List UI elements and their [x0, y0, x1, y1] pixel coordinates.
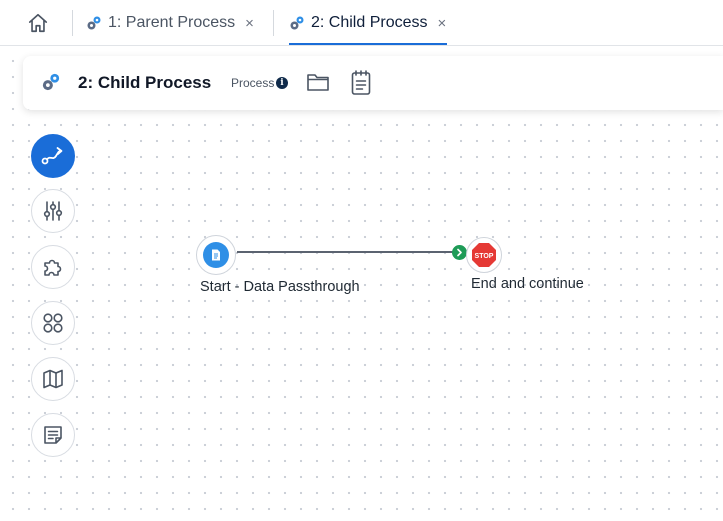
tab-label: 1: Parent Process: [108, 14, 236, 31]
home-button[interactable]: [24, 9, 52, 37]
page-title: 2: Child Process: [78, 73, 212, 92]
note-icon: [44, 426, 62, 444]
home-icon: [28, 13, 48, 33]
process-type-label: Process: [231, 76, 275, 90]
gear-pair-icon: [87, 16, 101, 30]
notes-tool-button[interactable]: [31, 413, 75, 457]
chevron-right-icon: [457, 248, 462, 257]
start-node-label: Start - Data Passthrough: [200, 279, 360, 295]
start-node[interactable]: [196, 235, 236, 275]
end-node[interactable]: STOP: [466, 237, 502, 273]
start-node-badge: [203, 242, 229, 268]
tab-bar: 1: Parent Process × 2: Child Process ×: [0, 0, 723, 46]
map-icon: [43, 369, 63, 389]
stop-sign-text: STOP: [475, 253, 494, 260]
folder-icon: [307, 74, 329, 91]
tab-parent-process[interactable]: 1: Parent Process ×: [86, 8, 254, 38]
connector-port[interactable]: [452, 245, 467, 260]
open-folder-button[interactable]: [306, 71, 332, 95]
notes-button[interactable]: [350, 69, 374, 97]
end-node-label: End and continue: [471, 276, 584, 292]
stop-sign-icon: STOP: [472, 243, 496, 267]
map-tool-button[interactable]: [31, 357, 75, 401]
process-canvas[interactable]: [0, 47, 723, 521]
close-tab-button[interactable]: ×: [438, 15, 447, 32]
gear-pair-icon: [290, 16, 304, 30]
plugins-tool-button[interactable]: [31, 245, 75, 289]
puzzle-icon: [44, 259, 62, 276]
document-icon: [212, 249, 220, 261]
flow-connection-line[interactable]: [237, 251, 456, 253]
notepad-icon: [351, 70, 371, 95]
settings-tool-button[interactable]: [31, 189, 75, 233]
flow-tool-button[interactable]: [31, 134, 75, 178]
four-circles-icon: [43, 313, 63, 333]
tab-separator: [72, 10, 73, 36]
route-icon: [41, 147, 63, 165]
gear-pair-icon: [42, 73, 60, 91]
info-icon[interactable]: i: [276, 77, 288, 89]
components-tool-button[interactable]: [31, 301, 75, 345]
active-tab-indicator: [289, 43, 447, 45]
process-header: 2: Child Process Process i: [23, 56, 723, 110]
sliders-icon: [43, 201, 63, 221]
close-tab-button[interactable]: ×: [245, 15, 254, 32]
tab-separator: [273, 10, 274, 36]
tab-label: 2: Child Process: [311, 14, 428, 31]
tab-child-process[interactable]: 2: Child Process ×: [289, 8, 446, 38]
